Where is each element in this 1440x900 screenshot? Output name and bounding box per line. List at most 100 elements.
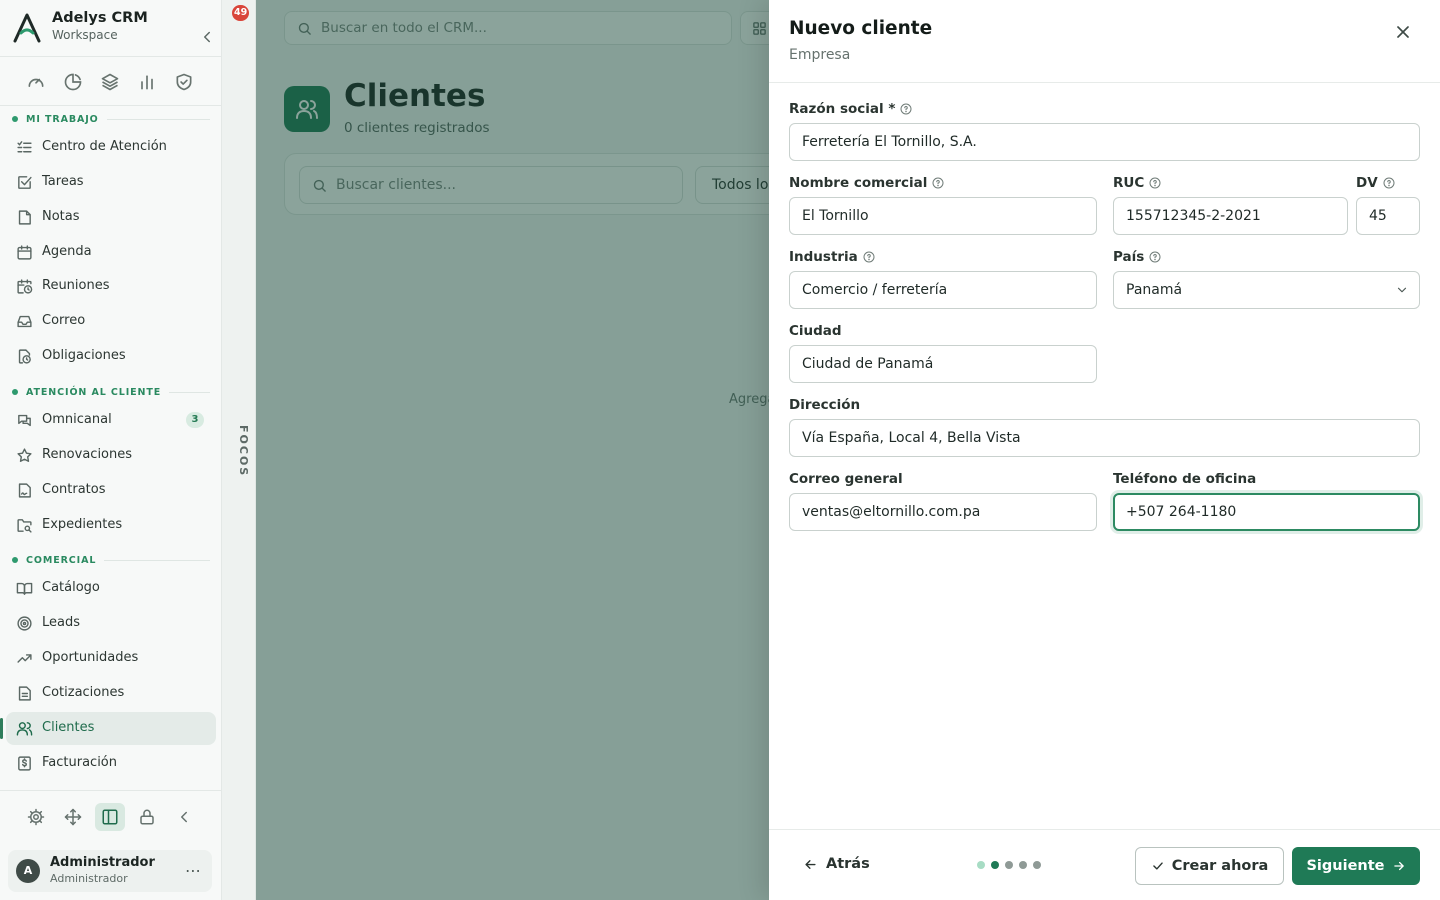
- collapse-sidebar-chevron-icon[interactable]: [198, 28, 216, 46]
- close-icon[interactable]: [1393, 22, 1413, 42]
- sidebar-item-leads[interactable]: Leads: [6, 607, 216, 640]
- dashboard-icon[interactable]: [26, 72, 46, 92]
- focus-label: FOCOS: [237, 425, 250, 478]
- more-options-icon[interactable]: ⋯: [185, 861, 202, 880]
- razon-social-label: Razón social *: [789, 101, 912, 117]
- calendar-icon: [17, 245, 32, 260]
- sidebar-item-renovaciones[interactable]: Renovaciones: [6, 439, 216, 472]
- step-indicator: [977, 861, 1047, 869]
- sidebar-item-label: Reuniones: [42, 278, 110, 293]
- contract-icon: [18, 483, 31, 498]
- sidebar-item-oportunidades[interactable]: Oportunidades: [6, 642, 216, 675]
- sidebar-item-label: Cotizaciones: [42, 685, 125, 700]
- sidebar-item-label: Expedientes: [42, 517, 123, 532]
- quick-access-bar: [0, 56, 222, 106]
- sidebar-item-label: Agenda: [42, 244, 92, 259]
- workspace-name: Workspace: [52, 28, 118, 42]
- user-role: Administrador: [50, 872, 128, 885]
- layers-icon[interactable]: [100, 72, 120, 92]
- correo-input[interactable]: ventas@eltornillo.com.pa: [789, 493, 1097, 531]
- sidebar: Adelys CRM Workspace MI TRABAJO Centro d…: [0, 0, 222, 900]
- document-icon: [18, 686, 31, 701]
- sidebar-item-label: Correo: [42, 313, 86, 328]
- sidebar-item-label: Renovaciones: [42, 447, 133, 462]
- industria-input[interactable]: Comercio / ferretería: [789, 271, 1097, 309]
- move-button[interactable]: [58, 803, 88, 831]
- next-button[interactable]: Siguiente: [1292, 847, 1420, 885]
- chevron-down-icon: [1397, 287, 1407, 293]
- bar-chart-icon[interactable]: [137, 72, 157, 92]
- lock-button[interactable]: [132, 803, 162, 831]
- omnicanal-count-badge: 3: [186, 412, 204, 428]
- sidebar-item-catalogo[interactable]: Catálogo: [6, 572, 216, 605]
- note-icon: [18, 210, 31, 225]
- help-circle-icon[interactable]: [863, 251, 875, 263]
- sidebar-item-label: Leads: [42, 615, 81, 630]
- back-button[interactable]: Atrás: [803, 856, 870, 872]
- notifications-badge[interactable]: 49: [232, 5, 250, 21]
- correo-label: Correo general: [789, 471, 903, 487]
- help-circle-icon[interactable]: [1383, 177, 1395, 189]
- pais-select[interactable]: Panamá: [1113, 271, 1420, 309]
- dv-label: DV: [1356, 175, 1395, 191]
- nombre-comercial-input[interactable]: El Tornillo: [789, 197, 1097, 235]
- sidebar-item-cotizaciones[interactable]: Cotizaciones: [6, 677, 216, 710]
- sidebar-item-reuniones[interactable]: Reuniones: [6, 270, 216, 303]
- step-dot: [991, 861, 999, 869]
- panel-toggle-button[interactable]: [95, 803, 125, 831]
- sidebar-item-label: Centro de Atención: [42, 139, 167, 154]
- sidebar-item-omnicanal[interactable]: Omnicanal 3: [6, 404, 216, 437]
- users-icon: [16, 722, 33, 736]
- folder-search-icon: [17, 519, 32, 533]
- collapse-button[interactable]: [169, 803, 199, 831]
- inbox-icon: [17, 315, 32, 328]
- razon-social-input[interactable]: Ferretería El Tornillo, S.A.: [789, 123, 1420, 161]
- direccion-input[interactable]: Vía España, Local 4, Bella Vista: [789, 419, 1420, 457]
- user-card[interactable]: A Administrador Administrador ⋯: [8, 850, 212, 892]
- sidebar-item-label: Obligaciones: [42, 348, 126, 363]
- sidebar-item-label: Tareas: [42, 174, 84, 189]
- help-circle-icon[interactable]: [932, 177, 944, 189]
- telefono-input[interactable]: +507 264-1180: [1113, 493, 1420, 531]
- help-circle-icon[interactable]: [1149, 177, 1161, 189]
- help-circle-icon[interactable]: [1149, 251, 1161, 263]
- nombre-comercial-label: Nombre comercial: [789, 175, 944, 191]
- sidebar-item-correo[interactable]: Correo: [6, 305, 216, 338]
- sidebar-item-facturacion[interactable]: Facturación: [6, 747, 216, 780]
- brand[interactable]: Adelys CRM Workspace: [12, 10, 212, 46]
- sidebar-item-agenda[interactable]: Agenda: [6, 236, 216, 269]
- invoice-icon: [18, 756, 31, 771]
- step-dot: [1005, 861, 1013, 869]
- sidebar-item-label: Oportunidades: [42, 650, 139, 665]
- step-dot: [1033, 861, 1041, 869]
- ciudad-input[interactable]: Ciudad de Panamá: [789, 345, 1097, 383]
- sidebar-item-contratos[interactable]: Contratos: [6, 474, 216, 507]
- step-dot: [1019, 861, 1027, 869]
- section-atencion-cliente: ATENCIÓN AL CLIENTE: [12, 385, 210, 399]
- settings-button[interactable]: [21, 803, 51, 831]
- sidebar-item-tareas[interactable]: Tareas: [6, 166, 216, 199]
- star-icon: [17, 448, 32, 463]
- focus-rail[interactable]: 49 FOCOS: [222, 0, 256, 900]
- help-circle-icon[interactable]: [900, 103, 912, 115]
- section-comercial: COMERCIAL: [12, 553, 210, 567]
- sidebar-item-obligaciones[interactable]: Obligaciones: [6, 340, 216, 373]
- pie-chart-icon[interactable]: [63, 72, 83, 92]
- new-client-drawer: Nuevo cliente Empresa Razón social * Fer…: [769, 0, 1440, 900]
- sidebar-item-expedientes[interactable]: Expedientes: [6, 509, 216, 542]
- dv-input[interactable]: 45: [1356, 197, 1420, 235]
- target-icon: [17, 616, 32, 631]
- create-now-button[interactable]: Crear ahora: [1135, 847, 1284, 885]
- chevron-left-icon: [181, 811, 187, 823]
- sidebar-item-label: Clientes: [42, 720, 95, 735]
- sidebar-item-label: Catálogo: [42, 580, 100, 595]
- ruc-input[interactable]: 155712345-2-2021: [1113, 197, 1348, 235]
- sidebar-item-clientes[interactable]: Clientes: [0, 712, 216, 745]
- shield-check-icon[interactable]: [174, 72, 194, 92]
- sidebar-item-label: Notas: [42, 209, 80, 224]
- sidebar-item-centro-atencion[interactable]: Centro de Atención: [6, 131, 216, 164]
- sidebar-bottom-tools: [0, 790, 222, 842]
- list-todo-icon: [17, 141, 32, 153]
- sidebar-item-notas[interactable]: Notas: [6, 201, 216, 234]
- file-clock-icon: [18, 349, 31, 364]
